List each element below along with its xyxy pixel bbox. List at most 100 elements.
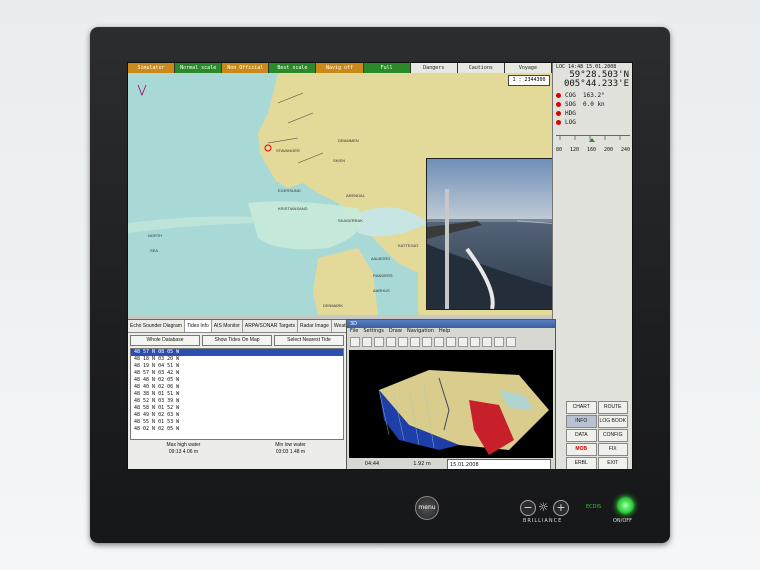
list-item[interactable]: 48 19 N 04 51 W	[131, 363, 343, 370]
window-3d[interactable]: 3D File Settings Draw Navigation Help 04…	[346, 319, 556, 469]
map-label: NORTH	[148, 233, 163, 238]
list-item[interactable]: 48 40 N 02 06 W	[131, 384, 343, 391]
list-item[interactable]: 48 55 N 01 53 W	[131, 419, 343, 426]
terrain-3d-view[interactable]	[349, 350, 553, 458]
map-label: AARHUS	[373, 288, 390, 293]
map-label: KATTEGAT	[398, 243, 419, 248]
list-item[interactable]: 48 48 N 02 05 W	[131, 377, 343, 384]
panel-button[interactable]: Whole Database	[130, 335, 200, 346]
map-label: STAVANGER	[276, 148, 300, 153]
tab-item[interactable]: ARPA/SONAR Targets	[243, 320, 299, 332]
map-label: SKIEN	[333, 158, 346, 163]
map-label: EGERSUND	[278, 188, 301, 193]
menu-item[interactable]: Navigation	[407, 328, 434, 335]
panel-button[interactable]: Show Tides On Map	[202, 335, 272, 346]
status-item[interactable]: Navig off	[316, 63, 364, 73]
menu-item[interactable]: Draw	[389, 328, 402, 335]
tab-item[interactable]: Tides Info	[184, 320, 212, 332]
ecdis-label: ECDIS	[586, 504, 602, 510]
status-item[interactable]: Best scale	[269, 63, 317, 73]
heading-tick: 200	[603, 147, 613, 153]
tool-icon[interactable]	[410, 337, 420, 347]
info-tabs: Echo Sounder Diagram Tides Info AIS Monito…	[128, 320, 355, 333]
window-3d-status: 04:44 1.92 m 15.01.2008	[347, 459, 555, 469]
nav-row-value: 163.2°	[583, 92, 605, 99]
list-item[interactable]: 48 58 N 01 52 W	[131, 405, 343, 412]
status-item[interactable]: Full	[363, 63, 411, 73]
side-button-exit[interactable]: EXIT	[597, 457, 628, 469]
tool-icon[interactable]	[494, 337, 504, 347]
minus-icon[interactable]: −	[520, 500, 536, 516]
side-button-fix[interactable]: FIX	[597, 443, 628, 456]
menu-item[interactable]: Settings	[363, 328, 384, 335]
list-item[interactable]: 48 18 N 03 20 W	[131, 356, 343, 363]
nav-row: LOG	[553, 118, 632, 127]
screen: Simulator Normal scale Non Official Best sc…	[127, 62, 633, 470]
status-item[interactable]: Normal scale	[175, 63, 223, 73]
nav-row-label: HDG	[565, 110, 576, 117]
tool-icon[interactable]	[386, 337, 396, 347]
heading-tick: 160	[586, 147, 596, 153]
tide-label: Max high water	[166, 442, 201, 448]
side-button-info[interactable]: INFO	[566, 415, 597, 428]
status-dot-icon	[556, 93, 561, 98]
status-item[interactable]: Cautions	[457, 63, 505, 73]
map-label: AALBORG	[371, 256, 391, 261]
tide-buttons: Whole Database Show Tides On Map Select Ne…	[128, 333, 346, 348]
list-item[interactable]: 48 57 N 08 05 W	[131, 349, 343, 356]
heading-tick: 120	[569, 147, 580, 153]
tool-icon[interactable]	[434, 337, 444, 347]
window-3d-title: 3D	[347, 320, 555, 328]
tool-icon[interactable]	[362, 337, 372, 347]
tool-icon[interactable]	[482, 337, 492, 347]
map-label: KRISTIANSAND	[278, 206, 308, 211]
menu-button[interactable]: menu	[415, 496, 439, 520]
plus-icon[interactable]: +	[553, 500, 569, 516]
side-button-chart[interactable]: CHART	[566, 401, 597, 414]
onoff-label: ON/OFF	[613, 518, 633, 524]
status-dot-icon	[556, 111, 561, 116]
tide-height: 4.06 m	[182, 449, 199, 455]
map-label: DENMARK	[323, 303, 344, 308]
status-item[interactable]: Non Official	[222, 63, 270, 73]
side-button-config[interactable]: CONFIG	[597, 429, 628, 442]
menu-item[interactable]: File	[350, 328, 358, 335]
tool-icon[interactable]	[458, 337, 468, 347]
date-field[interactable]: 15.01.2008	[447, 459, 551, 469]
tab-item[interactable]: AIS Monitor	[212, 320, 243, 332]
menu-item[interactable]: Help	[439, 328, 450, 335]
tool-icon[interactable]	[374, 337, 384, 347]
side-button-route[interactable]: ROUTE	[597, 401, 628, 414]
tool-icon[interactable]	[506, 337, 516, 347]
tide-list[interactable]: 48 57 N 08 05 W 48 18 N 03 20 W 48 19 N 04…	[130, 348, 344, 440]
tool-icon[interactable]	[398, 337, 408, 347]
function-buttons: CHART ROUTE INFO LOG BOOK DATA CONFIG MOB FIX ER…	[566, 401, 628, 469]
status-item[interactable]: Dangers	[410, 63, 458, 73]
status-item[interactable]: Voyage	[504, 63, 552, 73]
status-bar: Simulator Normal scale Non Official Best sc…	[128, 63, 552, 73]
tab-item[interactable]: Radar Image	[298, 320, 332, 332]
nav-row: SOG 0.0 kn	[553, 100, 632, 109]
tab-item[interactable]: Echo Sounder Diagram	[128, 320, 185, 332]
side-button-mob[interactable]: MOB	[566, 443, 597, 456]
heading-tick: 80	[556, 147, 563, 153]
side-button-log-book[interactable]: LOG BOOK	[597, 415, 628, 428]
tool-icon[interactable]	[350, 337, 360, 347]
side-button-erbl[interactable]: ERBL	[566, 457, 597, 469]
list-item[interactable]: 48 38 N 01 51 W	[131, 391, 343, 398]
list-item[interactable]: 48 57 N 03 42 W	[131, 370, 343, 377]
power-button[interactable]	[617, 497, 634, 514]
window-3d-toolbar	[347, 335, 555, 349]
nav-row: HDG	[553, 109, 632, 118]
tool-icon[interactable]	[446, 337, 456, 347]
panel-button[interactable]: Select Nearest Tide	[274, 335, 344, 346]
tool-icon[interactable]	[470, 337, 480, 347]
list-item[interactable]: 48 02 N 02 05 W	[131, 426, 343, 433]
tool-icon[interactable]	[422, 337, 432, 347]
list-item[interactable]: 48 49 N 02 03 W	[131, 412, 343, 419]
map-label: ARENDAL	[346, 193, 365, 198]
list-item[interactable]: 48 52 N 03 39 W	[131, 398, 343, 405]
info-panel: Echo Sounder Diagram Tides Info AIS Monito…	[128, 319, 355, 469]
status-item[interactable]: Simulator	[128, 63, 176, 73]
side-button-data[interactable]: DATA	[566, 429, 597, 442]
